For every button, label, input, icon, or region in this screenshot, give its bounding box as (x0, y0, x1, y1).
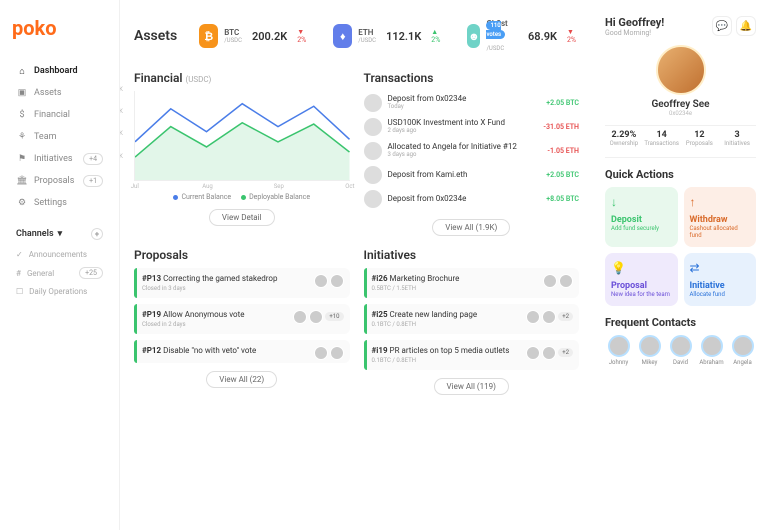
proposals-icon: 🏛 (16, 175, 28, 187)
nav-proposals[interactable]: 🏛Proposals+1 (12, 170, 107, 192)
initiative-card[interactable]: #i19 PR articles on top 5 media outlets0… (364, 340, 580, 370)
initiatives-title: Initiatives (364, 248, 580, 262)
quick-actions-title: Quick Actions (605, 168, 756, 181)
greeting-sub: Good Morning! (605, 29, 664, 37)
qa-withdraw[interactable]: ↑WithdrawCashout allocated fund (684, 187, 757, 247)
chart-legend: Current Balance Deployable Balance (134, 193, 350, 201)
financial-icon: $ (16, 109, 28, 121)
transactions-title: Transactions (364, 71, 580, 85)
contact-mikey[interactable]: Mikey (636, 335, 663, 366)
initiative-card[interactable]: #i26 Marketing Brochure0.5BTC / 1.5ETH (364, 268, 580, 298)
contact-abraham[interactable]: Abraham (698, 335, 725, 366)
transactions-panel: Transactions Deposit from 0x0234eToday+2… (364, 71, 580, 236)
team-icon: ⚘ (16, 131, 28, 143)
contact-david[interactable]: David (667, 335, 694, 366)
asset-eth[interactable]: ♦ ETH/USDC 112.1K ▲ 2% (327, 20, 451, 52)
channels-header[interactable]: Channels▾ + (16, 228, 103, 240)
logo: poko (12, 16, 107, 40)
proposals-panel: Proposals #P13 Correcting the gamed stak… (134, 248, 350, 395)
stat-ownership: 2.29%Ownership (605, 130, 643, 147)
financial-chart: 0100K300K500K700KJulAugSepOct (134, 91, 350, 181)
profile-address: 0x0234e (605, 110, 756, 117)
profile-stats: 2.29%Ownership14Transactions12Proposals3… (605, 125, 756, 158)
view-all-initiatives-button[interactable]: View All (119) (434, 378, 509, 395)
stat-initiatives: 3Initiatives (718, 130, 756, 147)
proposal-card[interactable]: #P13 Correcting the gamed stakedropClose… (134, 268, 350, 298)
initiatives-icon: ⚑ (16, 153, 28, 165)
channel-announcements[interactable]: ✓Announcements (12, 246, 107, 263)
nav-assets[interactable]: ▣Assets (12, 82, 107, 104)
proposal-card[interactable]: #P19 Allow Anonymous voteClosed in 2 day… (134, 304, 350, 334)
dashboard-icon: ⌂ (16, 65, 28, 77)
asset-gh0st[interactable]: ☻ Gh0st 110 votes/USDC 68.9K ▼ 2% (461, 16, 582, 57)
nav-dashboard[interactable]: ⌂Dashboard (12, 60, 107, 82)
financial-title: Financial (USDC) (134, 71, 350, 85)
frequent-contacts-title: Frequent Contacts (605, 316, 756, 329)
contact-angela[interactable]: Angela (729, 335, 756, 366)
right-panel: Hi Geoffrey! Good Morning! 💬 🔔 Geoffrey … (593, 0, 768, 530)
asset-btc[interactable]: ₿ BTC/USDC 200.2K ▼ 2% (193, 20, 317, 52)
initiatives-panel: Initiatives #i26 Marketing Brochure0.5BT… (364, 248, 580, 395)
assets-icon: ▣ (16, 87, 28, 99)
view-all-proposals-button[interactable]: View All (22) (206, 371, 277, 388)
avatar[interactable] (656, 45, 706, 95)
nav-initiatives[interactable]: ⚑Initiatives+4 (12, 148, 107, 170)
transaction-row[interactable]: Allocated to Angela for Initiative #123 … (364, 139, 580, 163)
financial-panel: Financial (USDC) 0100K300K500K700KJulAug… (134, 71, 350, 236)
profile-name: Geoffrey See (605, 99, 756, 110)
stat-proposals: 12Proposals (681, 130, 719, 147)
proposal-card[interactable]: #P12 Disable "no with veto" vote (134, 340, 350, 363)
main: Assets ₿ BTC/USDC 200.2K ▼ 2% ♦ ETH/USDC … (120, 0, 593, 530)
contact-johnny[interactable]: Johnny (605, 335, 632, 366)
qa-deposit[interactable]: ↓DepositAdd fund securely (605, 187, 678, 247)
view-all-txn-button[interactable]: View All (1.9K) (432, 219, 510, 236)
settings-icon: ⚙ (16, 197, 28, 209)
nav-team[interactable]: ⚘Team (12, 126, 107, 148)
nav-financial[interactable]: $Financial (12, 104, 107, 126)
channel-general[interactable]: #General+25 (12, 263, 107, 283)
transaction-row[interactable]: Deposit from 0x0234eToday+2.05 BTC (364, 91, 580, 115)
sidebar: poko ⌂Dashboard▣Assets$Financial⚘Team⚑In… (0, 0, 120, 530)
proposals-title: Proposals (134, 248, 350, 262)
transaction-row[interactable]: USD100K Investment into X Fund2 days ago… (364, 115, 580, 139)
initiative-card[interactable]: #i25 Create new landing page0.1BTC / 0.8… (364, 304, 580, 334)
qa-initiative[interactable]: ⇄InitiativeAllocate fund (684, 253, 757, 306)
greeting: Hi Geoffrey! (605, 16, 664, 29)
view-detail-button[interactable]: View Detail (209, 209, 275, 226)
nav-settings[interactable]: ⚙Settings (12, 192, 107, 214)
stat-transactions: 14Transactions (643, 130, 681, 147)
bell-icon[interactable]: 🔔 (736, 16, 756, 36)
assets-title: Assets (134, 28, 177, 44)
chat-icon[interactable]: 💬 (712, 16, 732, 36)
transaction-row[interactable]: Deposit from Kami.eth+2.05 BTC (364, 163, 580, 187)
add-channel-button[interactable]: + (91, 228, 103, 240)
channel-daily-operations[interactable]: ☐Daily Operations (12, 283, 107, 300)
transaction-row[interactable]: Deposit from 0x0234e+8.05 BTC (364, 187, 580, 211)
qa-proposal[interactable]: 💡ProposalNew idea for the team (605, 253, 678, 306)
